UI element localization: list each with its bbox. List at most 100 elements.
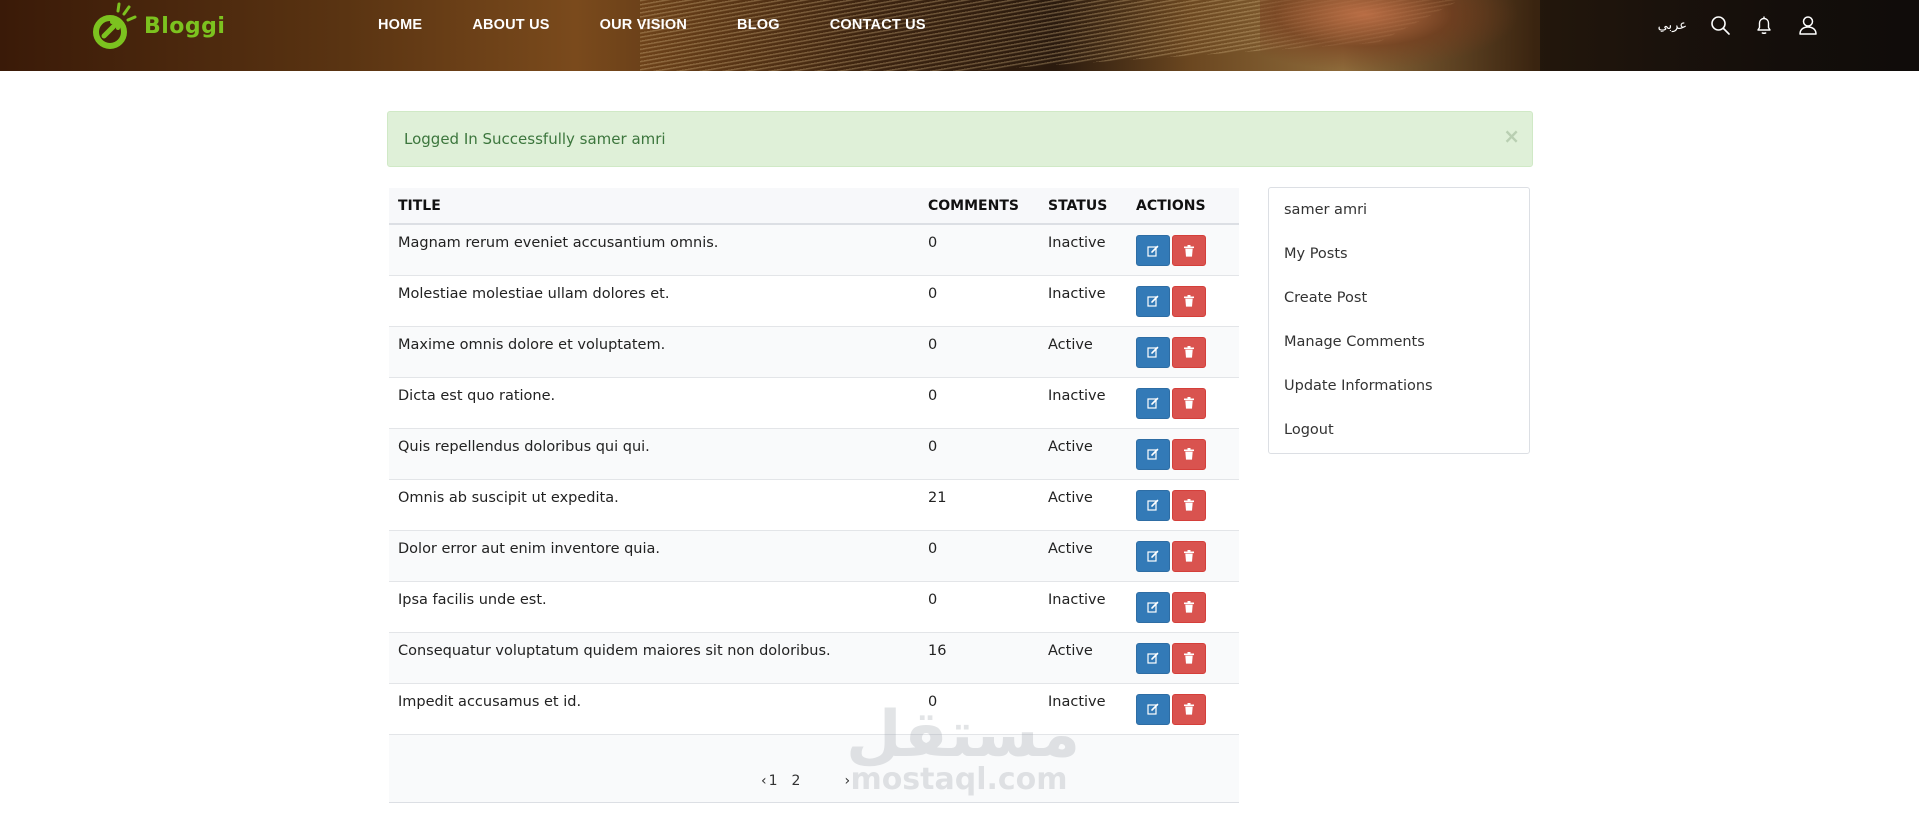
post-actions xyxy=(1127,377,1239,429)
table-row: Dolor error aut enim inventore quia. 0 Act… xyxy=(389,530,1239,582)
brand-name: Bloggi xyxy=(144,13,226,39)
edit-post-button[interactable] xyxy=(1136,336,1170,368)
trash-icon xyxy=(1184,601,1194,613)
edit-post-button[interactable] xyxy=(1136,285,1170,317)
table-header-row: TITLE COMMENTS STATUS ACTIONS xyxy=(389,188,1239,225)
sidebar-item-create-post[interactable]: Create Post xyxy=(1269,290,1529,334)
table-row: Molestiae molestiae ullam dolores et. 0 In… xyxy=(389,275,1239,327)
post-comments-count: 0 xyxy=(919,275,1039,327)
post-comments-count: 0 xyxy=(919,530,1039,582)
pagination-row: ‹ 1 2 › xyxy=(389,734,1239,803)
trash-icon xyxy=(1184,295,1194,307)
alert-close-button[interactable]: × xyxy=(1503,124,1520,148)
header-background-hand xyxy=(1260,0,1520,71)
edit-icon xyxy=(1147,703,1159,715)
site-logo[interactable]: Bloggi xyxy=(90,2,225,56)
post-actions xyxy=(1127,479,1239,531)
post-title: Omnis ab suscipit ut expedita. xyxy=(389,479,919,531)
post-status: Active xyxy=(1039,632,1127,684)
trash-icon xyxy=(1184,499,1194,511)
post-title: Molestiae molestiae ullam dolores et. xyxy=(389,275,919,327)
success-alert: Logged In Successfully samer amri × xyxy=(387,111,1533,167)
nav-contact-us[interactable]: CONTACT US xyxy=(830,17,926,33)
sidebar-item-manage-comments[interactable]: Manage Comments xyxy=(1269,334,1529,378)
pagination-page-2[interactable]: 2 xyxy=(792,773,801,789)
edit-post-button[interactable] xyxy=(1136,693,1170,725)
edit-icon xyxy=(1147,245,1159,257)
pagination-prev[interactable]: ‹ xyxy=(761,773,767,789)
edit-post-button[interactable] xyxy=(1136,438,1170,470)
sidebar-item-username[interactable]: samer amri xyxy=(1269,202,1529,246)
table-row: Maxime omnis dolore et voluptatem. 0 Activ… xyxy=(389,326,1239,378)
trash-icon xyxy=(1184,703,1194,715)
column-title: TITLE xyxy=(389,188,919,225)
post-comments-count: 0 xyxy=(919,224,1039,276)
edit-icon xyxy=(1147,499,1159,511)
table-row: Dicta est quo ratione. 0 Inactive xyxy=(389,377,1239,429)
edit-icon xyxy=(1147,448,1159,460)
edit-post-button[interactable] xyxy=(1136,489,1170,521)
edit-post-button[interactable] xyxy=(1136,387,1170,419)
search-icon[interactable] xyxy=(1709,14,1731,36)
nav-about-us[interactable]: ABOUT US xyxy=(472,17,549,33)
table-row: Magnam rerum eveniet accusantium omnis. 0… xyxy=(389,224,1239,276)
post-status: Inactive xyxy=(1039,275,1127,327)
post-title: Magnam rerum eveniet accusantium omnis. xyxy=(389,224,919,276)
post-actions xyxy=(1127,581,1239,633)
post-actions xyxy=(1127,326,1239,378)
bell-icon[interactable] xyxy=(1753,14,1775,36)
sidebar-item-update-informations[interactable]: Update Informations xyxy=(1269,378,1529,422)
user-icon[interactable] xyxy=(1797,14,1819,36)
post-title: Ipsa facilis unde est. xyxy=(389,581,919,633)
sidebar-item-logout[interactable]: Logout xyxy=(1269,422,1529,466)
delete-post-button[interactable] xyxy=(1172,438,1206,470)
trash-icon xyxy=(1184,550,1194,562)
post-comments-count: 0 xyxy=(919,326,1039,378)
post-status: Inactive xyxy=(1039,377,1127,429)
post-actions xyxy=(1127,428,1239,480)
pagination-next[interactable]: › xyxy=(844,773,850,789)
delete-post-button[interactable] xyxy=(1172,336,1206,368)
delete-post-button[interactable] xyxy=(1172,489,1206,521)
delete-post-button[interactable] xyxy=(1172,285,1206,317)
language-switch[interactable]: عربي xyxy=(1658,18,1687,33)
post-comments-count: 16 xyxy=(919,632,1039,684)
nav-our-vision[interactable]: OUR VISION xyxy=(600,17,687,33)
edit-post-button[interactable] xyxy=(1136,540,1170,572)
delete-post-button[interactable] xyxy=(1172,540,1206,572)
post-status: Inactive xyxy=(1039,683,1127,735)
edit-post-button[interactable] xyxy=(1136,642,1170,674)
sidebar-item-my-posts[interactable]: My Posts xyxy=(1269,246,1529,290)
edit-icon xyxy=(1147,652,1159,664)
edit-post-button[interactable] xyxy=(1136,591,1170,623)
post-comments-count: 0 xyxy=(919,683,1039,735)
delete-post-button[interactable] xyxy=(1172,693,1206,725)
post-actions xyxy=(1127,683,1239,735)
trash-icon xyxy=(1184,397,1194,409)
edit-post-button[interactable] xyxy=(1136,235,1170,266)
delete-post-button[interactable] xyxy=(1172,642,1206,674)
trash-icon xyxy=(1184,244,1194,257)
table-row: Consequatur voluptatum quidem maiores si… xyxy=(389,632,1239,684)
delete-post-button[interactable] xyxy=(1172,235,1206,266)
column-comments: COMMENTS xyxy=(919,188,1039,225)
column-actions: ACTIONS xyxy=(1127,188,1239,225)
delete-post-button[interactable] xyxy=(1172,591,1206,623)
edit-icon xyxy=(1147,295,1159,307)
user-sidebar: samer amri My Posts Create Post Manage C… xyxy=(1268,187,1530,454)
post-comments-count: 0 xyxy=(919,581,1039,633)
table-row: Omnis ab suscipit ut expedita. 21 Active xyxy=(389,479,1239,531)
edit-icon xyxy=(1147,397,1159,409)
post-actions xyxy=(1127,275,1239,327)
nav-home[interactable]: HOME xyxy=(378,17,422,33)
post-actions xyxy=(1127,530,1239,582)
nav-blog[interactable]: BLOG xyxy=(737,17,780,33)
post-title: Quis repellendus doloribus qui qui. xyxy=(389,428,919,480)
post-status: Active xyxy=(1039,530,1127,582)
post-actions xyxy=(1127,632,1239,684)
pagination-page-1[interactable]: 1 xyxy=(769,773,778,789)
post-status: Active xyxy=(1039,479,1127,531)
post-title: Consequatur voluptatum quidem maiores si… xyxy=(389,632,919,684)
delete-post-button[interactable] xyxy=(1172,387,1206,419)
main-nav: HOME ABOUT US OUR VISION BLOG CONTACT US xyxy=(378,17,926,33)
